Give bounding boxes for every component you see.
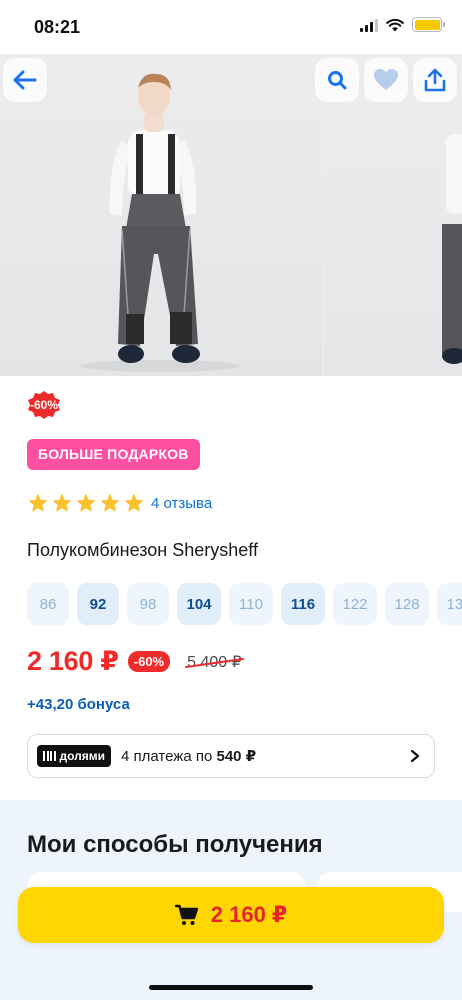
size-option[interactable]: 128 <box>385 583 429 625</box>
size-selector[interactable]: 869298104110116122128 134 <box>27 583 462 625</box>
size-option[interactable]: 110 <box>229 583 273 625</box>
search-icon <box>328 71 347 90</box>
promo-tag[interactable]: БОЛЬШЕ ПОДАРКОВ <box>27 439 200 470</box>
bonus-label: +43,20 бонуса <box>27 696 130 713</box>
product-photo-next[interactable] <box>324 54 462 376</box>
dolyami-bars-icon <box>43 751 56 761</box>
price-row: 2 160 ₽ -60% 5 400 ₽ <box>27 646 242 677</box>
star-icon <box>28 493 48 512</box>
share-button[interactable] <box>413 58 457 102</box>
product-photo-illustration <box>80 73 240 372</box>
discount-badge-label: -60% <box>29 398 58 412</box>
wifi-icon <box>386 18 404 31</box>
dolyami-brand: долями <box>59 749 106 763</box>
size-option[interactable]: 122 <box>333 583 377 625</box>
cart-icon <box>174 904 198 925</box>
star-icon <box>124 493 144 512</box>
price-discount-badge: -60% <box>127 651 171 672</box>
battery-icon <box>412 17 445 32</box>
rating[interactable]: 4 отзыва <box>27 492 212 514</box>
price-current: 2 160 ₽ <box>27 646 119 676</box>
arrow-left-icon <box>13 70 37 90</box>
star-icon <box>52 493 72 512</box>
favorite-button[interactable] <box>364 58 408 102</box>
size-option[interactable]: 134 <box>437 583 462 625</box>
search-button[interactable] <box>315 58 359 102</box>
size-option[interactable]: 92 <box>77 583 119 625</box>
discount-badge: -60% <box>27 390 61 420</box>
star-icon <box>100 493 120 512</box>
size-option[interactable]: 116 <box>281 583 325 625</box>
delivery-title: Мои способы получения <box>27 831 323 858</box>
size-option[interactable]: 98 <box>127 583 169 625</box>
installment-text: 4 платежа по 540 ₽ <box>121 747 256 765</box>
share-icon <box>424 68 446 92</box>
star-icon <box>76 493 96 512</box>
product-title: Полукомбинезон Sherysheff <box>27 540 258 560</box>
home-indicator <box>149 985 313 990</box>
dolyami-logo: долями <box>37 745 112 767</box>
signal-icon <box>360 18 378 32</box>
status-time: 08:21 <box>34 17 81 37</box>
reviews-link[interactable]: 4 отзыва <box>151 495 212 512</box>
installment-banner[interactable]: долями 4 платежа по 540 ₽ <box>27 734 435 778</box>
chevron-right-icon <box>410 749 420 763</box>
cart-button-price: 2 160 ₽ <box>210 902 288 927</box>
installment-description: 4 платежа по <box>121 748 213 765</box>
installment-amount: 540 ₽ <box>216 748 257 765</box>
size-option[interactable]: 86 <box>27 583 69 625</box>
add-to-cart-button[interactable]: 2 160 ₽ <box>18 887 444 943</box>
heart-icon <box>374 69 398 90</box>
size-option[interactable]: 104 <box>177 583 221 625</box>
status-bar: 08:21 <box>0 0 462 54</box>
rating-stars <box>27 492 145 514</box>
product-gallery[interactable] <box>0 54 462 376</box>
product-photo-next-illustration <box>442 134 462 364</box>
back-button[interactable] <box>3 58 47 102</box>
product-photo[interactable] <box>0 54 322 376</box>
status-icons <box>360 17 445 32</box>
price-old: 5 400 ₽ <box>187 653 242 671</box>
